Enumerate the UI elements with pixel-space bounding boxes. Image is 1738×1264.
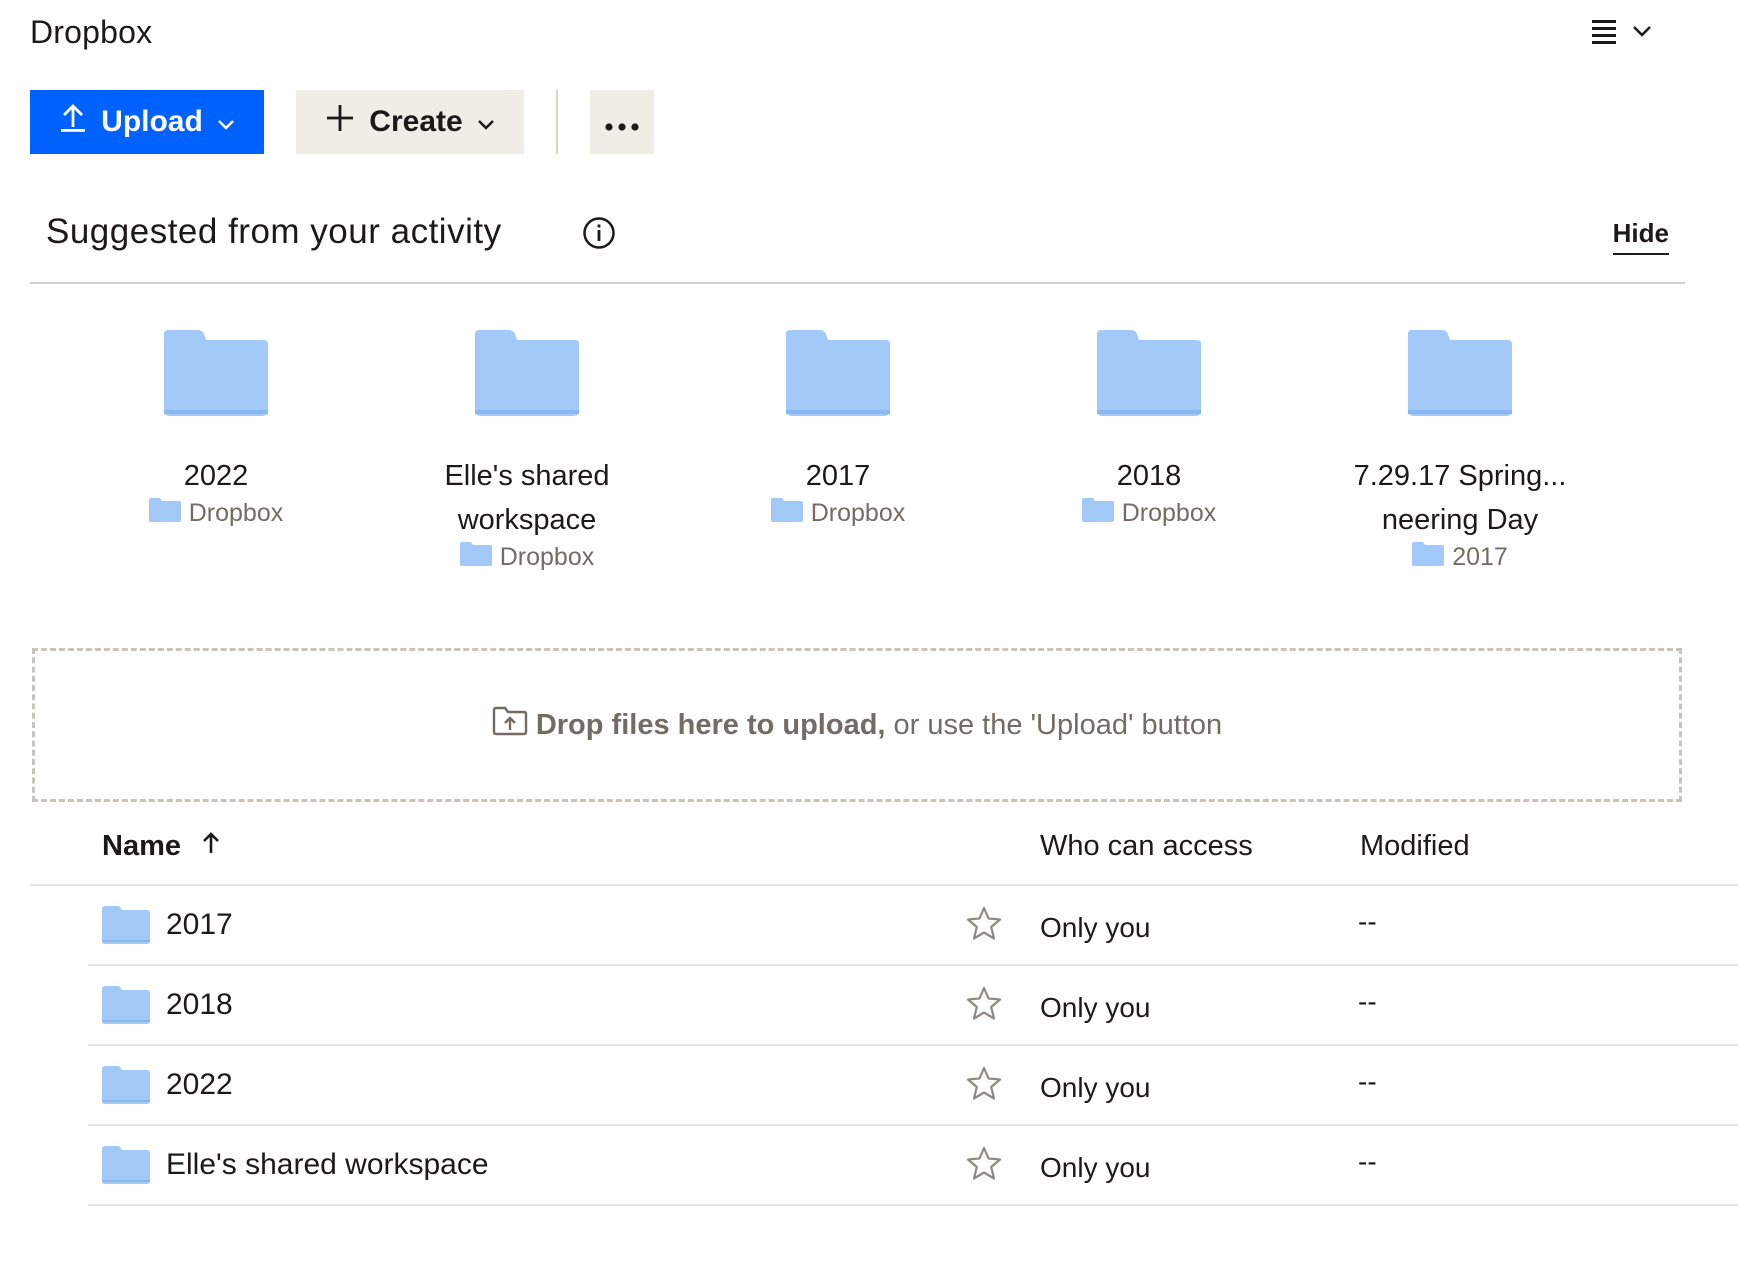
- hide-suggested-link[interactable]: Hide: [1612, 218, 1669, 255]
- star-icon[interactable]: [966, 1066, 1002, 1105]
- modified-value: --: [1358, 906, 1377, 937]
- suggested-item-location-label: Dropbox: [1121, 499, 1217, 527]
- suggested-item-location-label: Dropbox: [188, 499, 284, 527]
- folder-icon: [1320, 330, 1600, 416]
- modified-value: --: [1358, 986, 1377, 1017]
- chevron-down-icon: [1632, 24, 1652, 38]
- suggested-grid: 2022 Dropbox Elle's shared workspace Dro…: [30, 320, 1685, 590]
- suggested-item-name: 2017: [805, 460, 871, 492]
- folder-icon: [102, 1146, 150, 1189]
- access-value: Only you: [1040, 1072, 1151, 1103]
- create-button[interactable]: Create: [296, 90, 524, 154]
- suggested-item[interactable]: Elle's shared workspace Dropbox: [387, 320, 667, 573]
- folder-icon: [102, 1066, 150, 1109]
- upload-icon: [59, 103, 87, 141]
- star-icon[interactable]: [966, 1146, 1002, 1185]
- file-table-body: 2017 Only you -- 2018 Only you -- 2022 O…: [88, 886, 1738, 1206]
- star-icon[interactable]: [966, 986, 1002, 1025]
- access-value: Only you: [1040, 992, 1151, 1023]
- suggested-item-name-line1: 7.29.17 Spring...: [1353, 460, 1567, 492]
- upload-button[interactable]: Upload: [30, 90, 264, 154]
- suggested-item-location: Dropbox: [387, 542, 667, 573]
- suggested-item-location: Dropbox: [1009, 498, 1289, 529]
- arrow-up-icon: [201, 830, 221, 863]
- suggested-item-name: 2018: [1116, 460, 1182, 492]
- table-row[interactable]: 2022 Only you --: [88, 1046, 1738, 1126]
- suggested-item-name: 2022: [183, 460, 249, 492]
- folder-icon: [459, 542, 492, 573]
- table-row[interactable]: Elle's shared workspace Only you --: [88, 1126, 1738, 1206]
- suggested-section-header: Suggested from your activity Hide: [30, 200, 1685, 284]
- more-actions-button[interactable]: [590, 90, 654, 154]
- dropzone-text: or use the 'Upload' button: [893, 708, 1223, 741]
- suggested-item-name-line2: workspace: [457, 504, 597, 536]
- table-row[interactable]: 2018 Only you --: [88, 966, 1738, 1046]
- file-name[interactable]: 2017: [166, 908, 233, 942]
- suggested-item-name-line1: Elle's shared: [444, 460, 610, 492]
- folder-icon: [387, 330, 667, 416]
- access-value: Only you: [1040, 912, 1151, 943]
- suggested-title: Suggested from your activity: [46, 212, 502, 251]
- table-row[interactable]: 2017 Only you --: [88, 886, 1738, 966]
- name-column-header[interactable]: Name: [102, 830, 221, 863]
- dropzone-bold-text: Drop files here to upload,: [535, 708, 886, 741]
- file-table-header: Name Who can access Modified: [30, 810, 1738, 886]
- suggested-item-location: 2017: [1320, 542, 1600, 573]
- folder-icon: [1009, 330, 1289, 416]
- file-name[interactable]: 2018: [166, 988, 233, 1022]
- folder-icon: [76, 330, 356, 416]
- folder-upload-icon: [492, 706, 528, 744]
- suggested-item[interactable]: 2018 Dropbox: [1009, 320, 1289, 529]
- toolbar: Upload Create: [30, 90, 654, 154]
- ellipsis-icon: [605, 105, 639, 139]
- list-view-icon: [1590, 18, 1618, 44]
- modified-value: --: [1358, 1066, 1377, 1097]
- suggested-item-name-line2: neering Day: [1381, 504, 1539, 536]
- suggested-item[interactable]: 7.29.17 Spring... neering Day 2017: [1320, 320, 1600, 573]
- modified-column-header[interactable]: Modified: [1360, 830, 1470, 863]
- chevron-down-icon: [217, 105, 235, 139]
- page-title: Dropbox: [30, 14, 153, 50]
- upload-button-label: Upload: [101, 105, 203, 138]
- suggested-item-name: Elle's shared workspace: [387, 454, 667, 542]
- upload-dropzone[interactable]: Drop files here to upload, or use the 'U…: [32, 648, 1682, 802]
- suggested-item[interactable]: 2017 Dropbox: [698, 320, 978, 529]
- folder-icon: [148, 498, 181, 529]
- folder-icon: [1412, 542, 1445, 573]
- access-column-header[interactable]: Who can access: [1040, 830, 1253, 863]
- folder-icon: [102, 986, 150, 1029]
- suggested-item[interactable]: 2022 Dropbox: [76, 320, 356, 529]
- suggested-item-location-label: Dropbox: [810, 499, 906, 527]
- info-icon[interactable]: [582, 216, 616, 255]
- folder-icon: [102, 906, 150, 949]
- name-column-label: Name: [102, 830, 181, 862]
- file-name[interactable]: 2022: [166, 1068, 233, 1102]
- access-value: Only you: [1040, 1152, 1151, 1183]
- plus-icon: [325, 103, 355, 141]
- suggested-item-location: Dropbox: [76, 498, 356, 529]
- view-toggle-button[interactable]: [1590, 18, 1652, 44]
- chevron-down-icon: [477, 105, 495, 139]
- folder-icon: [770, 498, 803, 529]
- folder-icon: [698, 330, 978, 416]
- suggested-item-location-label: 2017: [1452, 543, 1508, 571]
- folder-icon: [1081, 498, 1114, 529]
- suggested-item-name: 7.29.17 Spring... neering Day: [1320, 454, 1600, 542]
- suggested-item-location-label: Dropbox: [499, 543, 595, 571]
- create-button-label: Create: [369, 105, 463, 138]
- file-name[interactable]: Elle's shared workspace: [166, 1148, 489, 1182]
- star-icon[interactable]: [966, 906, 1002, 945]
- toolbar-divider: [556, 90, 558, 154]
- modified-value: --: [1358, 1146, 1377, 1177]
- suggested-item-location: Dropbox: [698, 498, 978, 529]
